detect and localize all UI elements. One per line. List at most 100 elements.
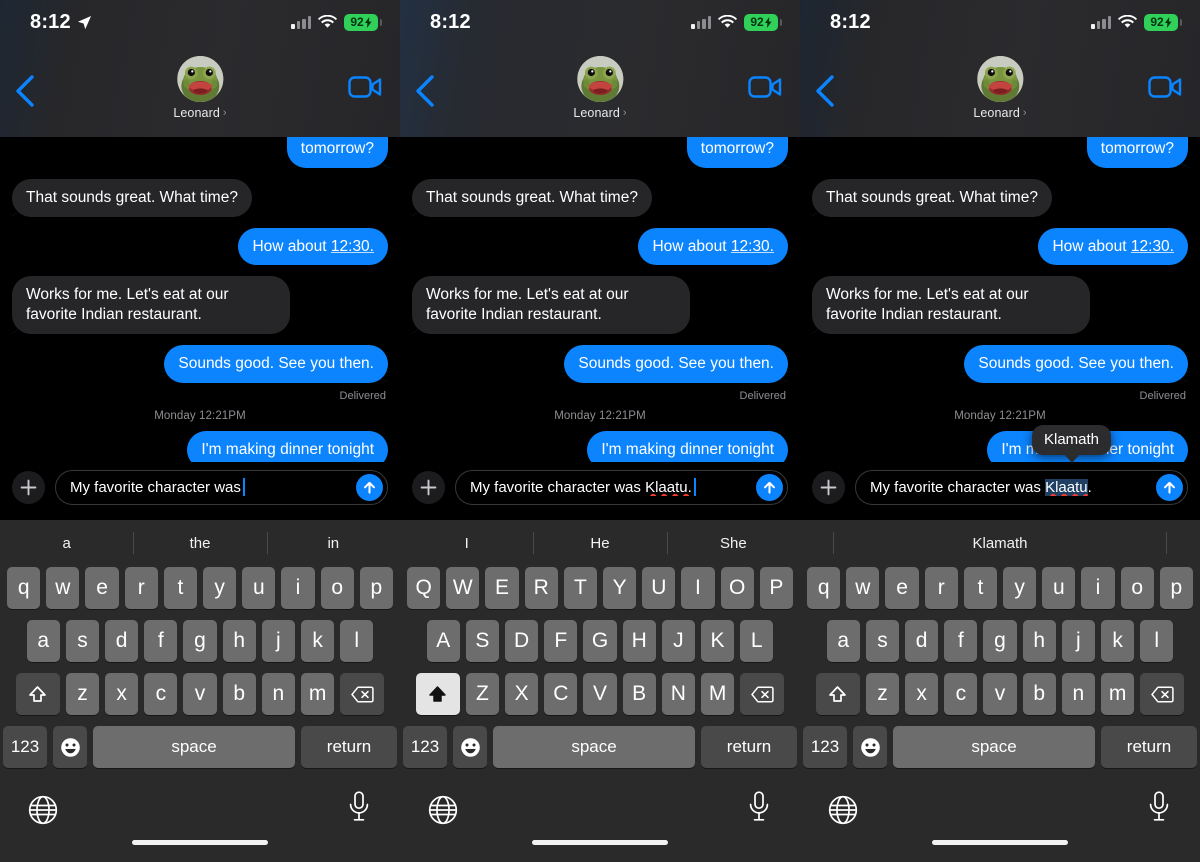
message-bubble-sent[interactable]: tomorrow? xyxy=(286,137,388,168)
key-n[interactable]: n xyxy=(1061,673,1095,715)
send-arrow-up-icon[interactable] xyxy=(1156,473,1183,501)
msg-datadetector-time[interactable]: 12:30. xyxy=(1131,238,1174,255)
key-a[interactable]: a xyxy=(26,620,60,662)
key-v[interactable]: v xyxy=(183,673,217,715)
key-n[interactable]: N xyxy=(661,673,695,715)
key-s[interactable]: S xyxy=(465,620,500,662)
message-bubble-received[interactable]: Works for me. Let's eat at our favorite … xyxy=(12,276,290,335)
message-bubble-sent[interactable]: tomorrow? xyxy=(1086,137,1188,168)
key-s[interactable]: s xyxy=(65,620,100,662)
key-y[interactable]: y xyxy=(203,567,237,609)
shift-arrow-icon[interactable] xyxy=(815,673,860,715)
key-e[interactable]: E xyxy=(485,567,519,609)
key-numbers[interactable]: 123 xyxy=(403,726,447,768)
key-z[interactable]: Z xyxy=(465,673,500,715)
key-c[interactable]: c xyxy=(944,673,978,715)
contact-header[interactable]: Leonard › xyxy=(973,56,1027,120)
key-w[interactable]: W xyxy=(446,567,480,609)
selected-misspelled-word[interactable]: Klaatu xyxy=(1045,478,1088,496)
backspace-delete-icon[interactable] xyxy=(1140,673,1185,715)
key-x[interactable]: x xyxy=(905,673,939,715)
message-bubble-sent[interactable]: How about 12:30. xyxy=(238,227,388,266)
prediction-item[interactable]: She xyxy=(667,535,800,552)
key-b[interactable]: B xyxy=(622,673,656,715)
key-x[interactable]: x xyxy=(105,673,139,715)
key-e[interactable]: e xyxy=(85,567,119,609)
key-q[interactable]: q xyxy=(7,567,41,609)
prediction-item[interactable]: He xyxy=(533,535,666,552)
send-arrow-up-icon[interactable] xyxy=(356,473,383,501)
key-space[interactable]: space xyxy=(493,726,695,768)
key-c[interactable]: c xyxy=(144,673,178,715)
prediction-item[interactable]: in xyxy=(267,535,400,552)
key-numbers[interactable]: 123 xyxy=(3,726,47,768)
send-arrow-up-icon[interactable] xyxy=(756,473,783,501)
avatar[interactable] xyxy=(177,56,223,102)
key-n[interactable]: n xyxy=(261,673,295,715)
avatar[interactable] xyxy=(577,56,623,102)
key-p[interactable]: p xyxy=(1159,567,1193,609)
message-bubble-received[interactable]: Works for me. Let's eat at our favorite … xyxy=(812,276,1090,335)
key-a[interactable]: a xyxy=(826,620,860,662)
key-m[interactable]: m xyxy=(1100,673,1135,715)
plus-icon[interactable] xyxy=(412,470,445,504)
message-text-field[interactable]: My favorite character was Klaatu. xyxy=(855,469,1188,505)
back-chevron-icon[interactable] xyxy=(414,74,436,108)
key-space[interactable]: space xyxy=(93,726,295,768)
shift-arrow-icon[interactable] xyxy=(415,673,460,715)
key-a[interactable]: A xyxy=(426,620,460,662)
key-b[interactable]: b xyxy=(1022,673,1056,715)
key-j[interactable]: j xyxy=(261,620,295,662)
key-q[interactable]: q xyxy=(807,567,841,609)
message-text-field[interactable]: My favorite character was Klaatu. xyxy=(455,469,788,505)
key-l[interactable]: l xyxy=(340,620,374,662)
key-o[interactable]: o xyxy=(1120,567,1154,609)
message-bubble-sent[interactable]: How about 12:30. xyxy=(638,227,788,266)
facetime-video-icon[interactable] xyxy=(348,74,382,100)
key-w[interactable]: w xyxy=(46,567,80,609)
plus-icon[interactable] xyxy=(12,470,45,504)
key-t[interactable]: t xyxy=(963,567,997,609)
autocorrect-suggestion-popup[interactable]: Klamath xyxy=(1032,425,1112,455)
key-o[interactable]: o xyxy=(320,567,354,609)
key-v[interactable]: V xyxy=(583,673,617,715)
key-r[interactable]: r xyxy=(124,567,158,609)
key-j[interactable]: J xyxy=(661,620,695,662)
key-y[interactable]: y xyxy=(1003,567,1037,609)
key-g[interactable]: g xyxy=(983,620,1017,662)
prediction-item[interactable]: the xyxy=(133,535,266,552)
avatar[interactable] xyxy=(977,56,1023,102)
key-g[interactable]: g xyxy=(183,620,217,662)
key-z[interactable]: z xyxy=(865,673,900,715)
key-s[interactable]: s xyxy=(865,620,900,662)
key-i[interactable]: I xyxy=(681,567,715,609)
key-k[interactable]: k xyxy=(300,620,335,662)
back-chevron-icon[interactable] xyxy=(814,74,836,108)
plus-icon[interactable] xyxy=(812,470,845,504)
key-return[interactable]: return xyxy=(301,726,397,768)
microphone-icon[interactable] xyxy=(1148,791,1170,822)
key-j[interactable]: j xyxy=(1061,620,1095,662)
key-u[interactable]: u xyxy=(1042,567,1076,609)
microphone-icon[interactable] xyxy=(748,791,770,822)
emoji-smiley-icon[interactable] xyxy=(53,726,87,768)
emoji-smiley-icon[interactable] xyxy=(453,726,487,768)
key-z[interactable]: z xyxy=(65,673,100,715)
key-numbers[interactable]: 123 xyxy=(803,726,847,768)
message-bubble-sent[interactable]: How about 12:30. xyxy=(1038,227,1188,266)
key-x[interactable]: X xyxy=(505,673,539,715)
message-bubble-received[interactable]: That sounds great. What time? xyxy=(412,178,652,217)
key-u[interactable]: u xyxy=(242,567,276,609)
facetime-video-icon[interactable] xyxy=(748,74,782,100)
message-bubble-received[interactable]: That sounds great. What time? xyxy=(812,178,1052,217)
key-o[interactable]: O xyxy=(720,567,754,609)
msg-datadetector-time[interactable]: 12:30. xyxy=(331,238,374,255)
key-d[interactable]: D xyxy=(505,620,539,662)
key-g[interactable]: G xyxy=(583,620,617,662)
key-return[interactable]: return xyxy=(701,726,797,768)
key-i[interactable]: i xyxy=(281,567,315,609)
msg-datadetector-time[interactable]: 12:30. xyxy=(731,238,774,255)
globe-icon[interactable] xyxy=(428,795,458,825)
key-f[interactable]: F xyxy=(544,620,578,662)
misspelled-word[interactable]: Klaatu. xyxy=(645,479,692,496)
